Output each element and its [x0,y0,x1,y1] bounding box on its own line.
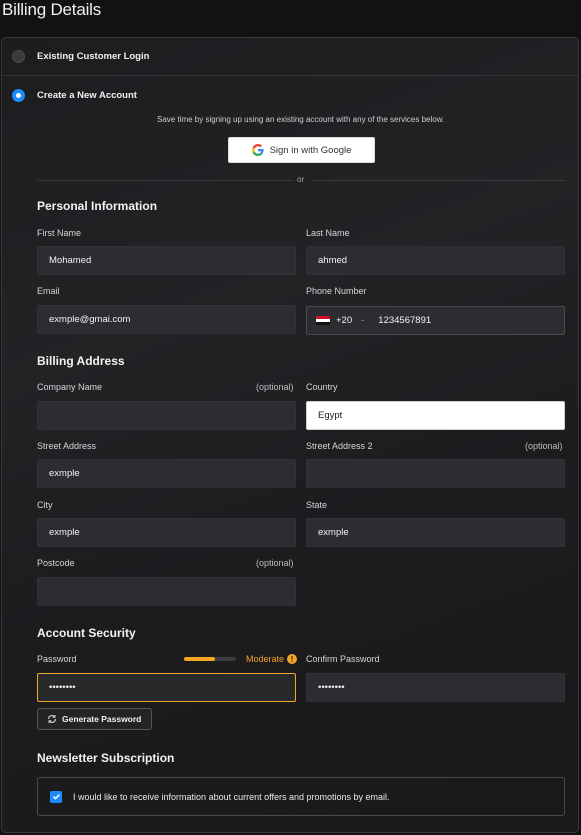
street-address-2-field[interactable] [306,459,565,488]
postcode-label: Postcode [37,558,75,568]
password-strength-bar [184,657,236,661]
street-address-field[interactable]: exmple [37,459,296,488]
page-title: Billing Details [2,0,102,19]
egypt-flag-icon[interactable] [316,315,330,326]
existing-customer-option[interactable]: Existing Customer Login [2,38,578,76]
newsletter-heading: Newsletter Subscription [37,751,175,765]
google-signin-label: Sign in with Google [269,144,352,156]
first-name-field[interactable]: Mohamed [37,246,296,275]
street-address-label: Street Address [37,441,97,451]
postcode-optional-tag: (optional) [256,558,294,568]
new-account-radio[interactable] [12,88,25,102]
generate-password-label: Generate Password [62,714,142,724]
personal-info-heading: Personal Information [37,199,158,213]
confirm-password-label: Confirm Password [306,654,380,664]
city-field[interactable]: exmple [37,518,296,547]
billing-address-heading: Billing Address [37,354,125,368]
google-icon [251,144,264,156]
email-field[interactable]: exmple@gmai.com [37,305,296,334]
phone-label: Phone Number [306,286,367,296]
phone-country-code[interactable]: +20 [336,315,352,326]
or-separator: or [297,175,305,184]
billing-panel: Existing Customer Login Create a New Acc… [1,37,579,833]
newsletter-checkbox[interactable] [50,790,62,803]
state-label: State [306,500,328,510]
info-icon[interactable]: ! [287,654,297,664]
existing-customer-label: Existing Customer Login [37,51,150,62]
newsletter-checkbox-label: I would like to receive information abou… [73,791,390,802]
confirm-password-field[interactable]: •••••••• [306,673,565,702]
state-field[interactable]: exmple [306,518,565,547]
google-signin-button[interactable]: Sign in with Google [228,137,375,163]
divider-left [37,180,292,181]
first-name-label: First Name [37,228,82,238]
email-label: Email [37,286,60,296]
existing-customer-radio[interactable] [12,50,25,63]
new-account-label: Create a New Account [37,89,137,101]
phone-field[interactable]: +20 - 1234567891 [306,306,565,335]
phone-code-dropdown[interactable]: - [361,315,364,326]
last-name-label: Last Name [306,228,350,238]
divider-right [312,180,565,181]
checkmark-icon [52,794,60,800]
generate-password-button[interactable]: Generate Password [37,708,152,730]
country-label: Country [306,382,338,392]
password-strength-label: Moderate [246,654,285,664]
company-name-field[interactable] [37,401,296,430]
city-label: City [37,500,53,510]
newsletter-option[interactable]: I would like to receive information abou… [37,777,565,816]
postcode-field[interactable] [37,577,296,606]
refresh-icon [48,714,56,724]
last-name-field[interactable]: ahmed [306,246,565,275]
street2-optional-tag: (optional) [525,441,563,451]
street-address-2-label: Street Address 2 [306,441,373,451]
social-signin-hint: Save time by signing up using an existin… [157,115,445,124]
phone-number-value[interactable]: 1234567891 [378,315,431,326]
country-select[interactable]: Egypt [306,401,565,430]
password-field[interactable]: •••••••• [37,673,296,702]
account-security-heading: Account Security [37,626,136,640]
new-account-option[interactable]: Create a New Account [2,76,578,114]
company-optional-tag: (optional) [256,382,294,392]
company-name-label: Company Name [37,382,103,392]
password-label: Password [37,654,77,664]
password-strength-fill [184,657,216,661]
